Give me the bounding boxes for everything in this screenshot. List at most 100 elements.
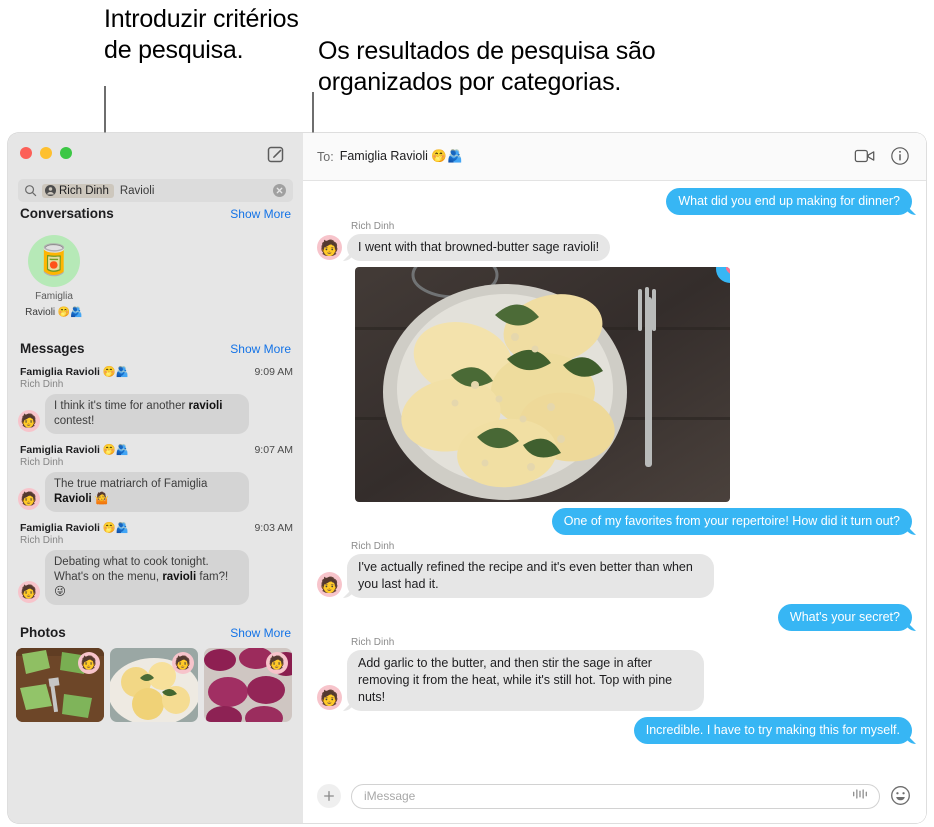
avatar: 🧑	[172, 652, 194, 674]
search-token-rich-dinh[interactable]: Rich Dinh	[42, 183, 114, 198]
window-controls[interactable]	[20, 147, 72, 159]
messages-window: Rich Dinh Ravioli Conversations Show Mor…	[8, 133, 926, 823]
message-row-outgoing: What did you end up making for dinner?	[317, 188, 912, 215]
message-sender: Rich Dinh	[351, 221, 395, 232]
search-token-label: Rich Dinh	[59, 184, 109, 197]
memoji-icon: 🧑	[320, 689, 339, 707]
conversation-name-line2: Ravioli 🤭🫂	[25, 307, 83, 318]
person-icon	[45, 185, 56, 196]
message-sender: Rich Dinh	[20, 457, 64, 468]
memoji-icon: 🧑	[20, 491, 38, 506]
tomato-can-icon: 🥫	[35, 244, 73, 277]
conversation-pane: To: Famiglia Ravioli 🤭🫂 What did you end…	[303, 133, 926, 823]
message-snippet: The true matriarch of Famiglia Ravioli 🤷	[45, 472, 249, 512]
sidebar: Rich Dinh Ravioli Conversations Show Mor…	[8, 133, 303, 823]
message-result-item[interactable]: Famiglia Ravioli 🤭🫂 9:07 AM Rich Dinh 🧑 …	[8, 443, 303, 512]
message-group-name: Famiglia Ravioli 🤭🫂	[20, 522, 130, 534]
message-snippet: Debating what to cook tonight. What's on…	[45, 550, 249, 605]
avatar: 🧑	[317, 685, 342, 710]
message-row-outgoing: One of my favorites from your repertoire…	[317, 508, 912, 535]
memoji-icon: 🧑	[20, 413, 38, 428]
section-header-photos: Photos Show More	[8, 625, 303, 640]
minimize-button[interactable]	[40, 147, 52, 159]
message-row-photo[interactable]	[355, 267, 912, 502]
memoji-icon: 🧑	[320, 576, 339, 594]
snippet-before: I think it's time for another	[54, 400, 189, 412]
message-composer	[303, 769, 926, 823]
message-snippet: I think it's time for another ravioli co…	[45, 394, 249, 434]
memoji-icon: 🧑	[20, 584, 38, 599]
snippet-before: The true matriarch of Famiglia	[54, 478, 208, 490]
message-bubble-outgoing: What did you end up making for dinner?	[666, 188, 912, 215]
snippet-highlight: ravioli	[162, 571, 197, 583]
imessage-input[interactable]	[362, 788, 851, 804]
callout-search-label: Introduzir critérios de pesquisa.	[104, 5, 299, 64]
zoom-button[interactable]	[60, 147, 72, 159]
message-sender: Rich Dinh	[351, 541, 395, 552]
search-query-text: Ravioli	[119, 184, 155, 197]
callout-categories-label: Os resultados de pesquisa são organizado…	[318, 37, 656, 96]
message-sender: Rich Dinh	[20, 379, 64, 390]
compose-icon[interactable]	[266, 144, 286, 164]
recipient-name[interactable]: Famiglia Ravioli 🤭🫂	[340, 149, 463, 164]
message-time: 9:09 AM	[254, 366, 293, 378]
plus-icon[interactable]	[317, 784, 341, 808]
message-sender: Rich Dinh	[20, 535, 64, 546]
message-row-incoming: 🧑 Rich Dinh Add garlic to the butter, an…	[317, 637, 912, 711]
message-time: 9:07 AM	[254, 444, 293, 456]
to-label: To:	[317, 149, 334, 164]
conversation-result-item[interactable]: 🥫 Famiglia Ravioli 🤭🫂	[24, 235, 84, 319]
conversation-header: To: Famiglia Ravioli 🤭🫂	[303, 133, 926, 181]
message-group-name: Famiglia Ravioli 🤭🫂	[20, 444, 130, 456]
show-more-messages[interactable]: Show More	[230, 342, 291, 356]
avatar: 🧑	[317, 235, 342, 260]
conversation-name-line1: Famiglia	[35, 291, 73, 302]
emoji-icon[interactable]	[890, 785, 912, 807]
close-button[interactable]	[20, 147, 32, 159]
photo-result-item[interactable]: 🧑	[110, 648, 198, 722]
search-icon	[24, 184, 37, 197]
photo-results-row: 🧑 🧑 🧑	[8, 640, 303, 722]
message-result-item[interactable]: Famiglia Ravioli 🤭🫂 9:03 AM Rich Dinh 🧑 …	[8, 521, 303, 605]
section-header-conversations: Conversations Show More	[8, 206, 303, 221]
avatar: 🧑	[78, 652, 100, 674]
snippet-after: contest!	[54, 415, 95, 427]
message-time: 9:03 AM	[254, 522, 293, 534]
avatar: 🧑	[317, 572, 342, 597]
message-bubble-outgoing: One of my favorites from your repertoire…	[551, 508, 912, 535]
info-icon[interactable]	[890, 146, 912, 168]
message-row-incoming: 🧑 Rich Dinh I went with that browned-but…	[317, 221, 912, 261]
message-bubble-incoming: I've actually refined the recipe and it'…	[347, 554, 714, 598]
section-title: Messages	[20, 341, 85, 356]
memoji-icon: 🧑	[174, 655, 192, 670]
snippet-highlight: ravioli	[188, 400, 223, 412]
avatar: 🧑	[266, 652, 288, 674]
message-row-incoming: 🧑 Rich Dinh I've actually refined the re…	[317, 541, 912, 598]
memoji-icon: 🧑	[268, 655, 286, 670]
message-bubble-outgoing: Incredible. I have to try making this fo…	[633, 717, 912, 744]
message-result-item[interactable]: Famiglia Ravioli 🤭🫂 9:09 AM Rich Dinh 🧑 …	[8, 365, 303, 434]
photo-result-item[interactable]: 🧑	[16, 648, 104, 722]
snippet-highlight: Ravioli	[54, 493, 92, 505]
message-row-outgoing: What's your secret?	[317, 604, 912, 631]
avatar: 🥫	[28, 235, 80, 287]
message-row-outgoing: Incredible. I have to try making this fo…	[317, 717, 912, 744]
avatar: 🧑	[18, 410, 40, 432]
message-group-name: Famiglia Ravioli 🤭🫂	[20, 366, 130, 378]
message-thread[interactable]: What did you end up making for dinner? 🧑…	[303, 180, 926, 769]
photo-result-item[interactable]: 🧑	[204, 648, 292, 722]
imessage-input-wrapper[interactable]	[351, 783, 880, 809]
section-title: Conversations	[20, 206, 114, 221]
message-sender: Rich Dinh	[351, 637, 395, 648]
search-field[interactable]: Rich Dinh Ravioli	[18, 179, 293, 202]
avatar: 🧑	[18, 488, 40, 510]
section-header-messages: Messages Show More	[8, 341, 303, 356]
clear-icon[interactable]	[273, 184, 286, 197]
show-more-conversations[interactable]: Show More	[230, 207, 291, 221]
sidebar-titlebar	[8, 133, 303, 180]
video-camera-icon[interactable]	[854, 146, 876, 168]
attached-photo[interactable]	[355, 267, 730, 502]
audio-waveform-icon[interactable]	[851, 787, 869, 806]
avatar: 🧑	[18, 581, 40, 603]
show-more-photos[interactable]: Show More	[230, 626, 291, 640]
